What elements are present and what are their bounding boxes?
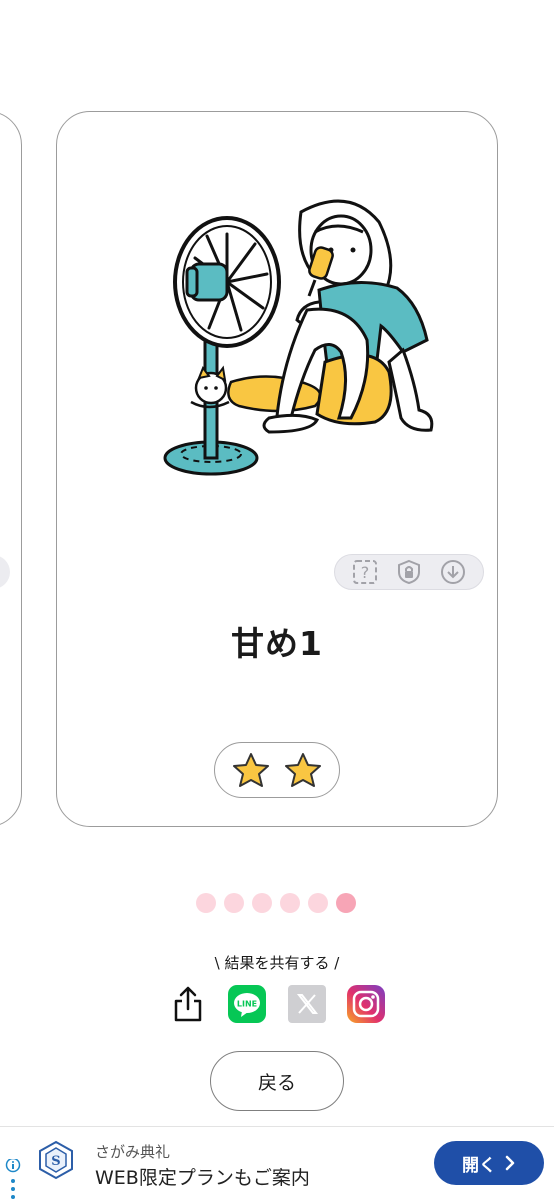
ad-open-label: 開く (462, 1155, 496, 1176)
previous-result-card[interactable] (0, 111, 22, 827)
ad-title: WEB限定プランもご案内 (95, 1167, 310, 1189)
question-icon[interactable]: ? (351, 558, 379, 586)
pagination-dot-active[interactable] (336, 893, 356, 913)
share-label: \ 結果を共有する / (214, 954, 340, 972)
ad-brand-logo-icon: S (39, 1140, 73, 1180)
svg-text:S: S (51, 1154, 60, 1169)
star-icon (285, 753, 321, 787)
pagination-dot[interactable] (224, 893, 244, 913)
result-card: ? 甘め1 (56, 111, 498, 827)
instagram-icon[interactable] (346, 984, 386, 1024)
back-button[interactable]: 戻る (210, 1051, 344, 1111)
pagination-dots (196, 893, 356, 913)
pagination-dot[interactable] (308, 893, 328, 913)
pagination-dot[interactable] (196, 893, 216, 913)
ad-open-button[interactable]: 開く (434, 1141, 544, 1185)
pagination-dot[interactable] (252, 893, 272, 913)
star-icon (233, 753, 269, 787)
ad-banner[interactable]: S さがみ典礼 WEB限定プランもご案内 開く (0, 1126, 554, 1199)
screen: ? 甘め1 \ 結果を共有する / LINE 戻る S さがみ典礼 WEB限定プ… (0, 0, 554, 1199)
pagination-dot[interactable] (280, 893, 300, 913)
result-title: 甘め1 (231, 624, 323, 663)
download-icon[interactable] (439, 558, 467, 586)
line-icon[interactable]: LINE (227, 984, 267, 1024)
chevron-right-icon (505, 1155, 515, 1171)
rating-stars (214, 742, 340, 798)
ad-info-icon[interactable] (4, 1159, 22, 1199)
svg-text:LINE: LINE (237, 1000, 257, 1009)
result-illustration (163, 199, 434, 476)
share-icon[interactable] (168, 984, 208, 1024)
x-icon[interactable] (287, 984, 327, 1024)
svg-text:?: ? (361, 563, 370, 582)
card-tools-bar: ? (334, 554, 484, 590)
share-buttons: LINE (168, 983, 386, 1025)
lock-icon[interactable] (395, 558, 423, 586)
ad-subtitle: さがみ典礼 (95, 1143, 171, 1161)
